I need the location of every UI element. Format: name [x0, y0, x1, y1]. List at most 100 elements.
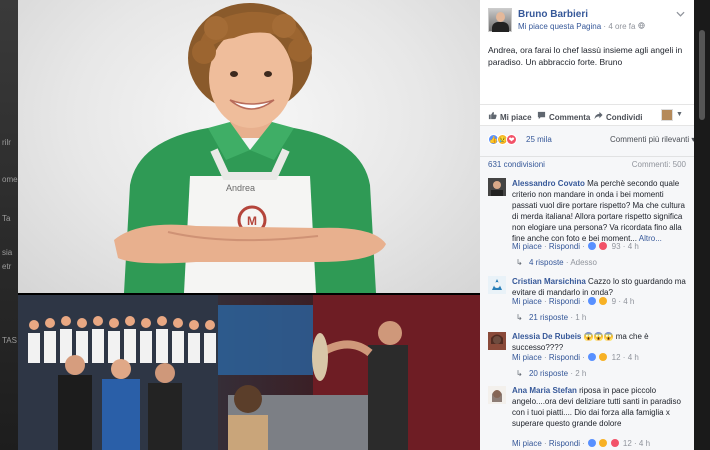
replies-count: 20 risposte [528, 369, 569, 378]
replies-time: 2 h [575, 369, 587, 378]
reply-arrow-icon: ↳ [516, 258, 523, 267]
see-more-link[interactable]: Altro... [639, 234, 662, 243]
post-stats-bar: 631 condivisioni Commenti: 500 [480, 156, 694, 172]
reaction-count[interactable]: 25 mila [526, 135, 552, 144]
speech-bubble-icon [537, 111, 546, 122]
sad-reaction-icon [599, 439, 608, 447]
like-reaction-icon [588, 297, 597, 305]
facebook-post-panel: Bruno Barbieri Mi piace questa Pagina · … [480, 0, 694, 450]
comment-like-link[interactable]: Mi piace [512, 353, 542, 362]
sad-reaction-icon [599, 353, 608, 361]
post-subheader: Mi piace questa Pagina · 4 ore fa [518, 22, 645, 31]
like-reaction-icon [588, 439, 597, 447]
caret-down-icon[interactable]: ▼ [676, 111, 683, 118]
comment-like-link[interactable]: Mi piace [512, 439, 542, 448]
comment-author[interactable]: Alessia De Rubeis [512, 332, 581, 341]
comment-time[interactable]: 4 h [628, 242, 639, 251]
comment-reaction-count[interactable]: 12 [623, 439, 632, 448]
like-reaction-icon [588, 242, 597, 250]
commenter-avatar[interactable] [488, 276, 506, 294]
like-button[interactable]: Mi piace [488, 111, 532, 122]
replies-count: 4 risposte [528, 258, 564, 267]
view-replies-link[interactable]: ↳ 21 risposte · 1 h [516, 313, 586, 322]
comment-text: Alessia De Rubeis 😱😱😱 ma che è successo?… [512, 331, 688, 353]
post-as-avatar[interactable] [661, 109, 673, 121]
replies-count: 21 risposte [528, 313, 569, 322]
page-avatar[interactable] [488, 8, 512, 32]
backdrop-text-fragment: rilr [2, 138, 11, 147]
scrollbar-thumb[interactable] [699, 30, 705, 120]
comments-count: Commenti: 500 [631, 160, 686, 169]
love-reaction-icon [610, 439, 619, 447]
replies-time: Adesso [570, 258, 597, 267]
comment-text: Alessandro Covato Ma perchè secondo qual… [512, 178, 688, 244]
post-header: Bruno Barbieri Mi piace questa Pagina · … [480, 0, 694, 38]
chevron-down-icon[interactable] [676, 9, 685, 19]
backdrop-text-fragment: Ta [2, 214, 11, 223]
comment-reaction-count[interactable]: 9 [612, 297, 616, 306]
comment-time[interactable]: 4 h [639, 439, 650, 448]
comment-actions: Mi piace · Rispondi · 12 · 4 h [512, 353, 639, 362]
comment-actions: Mi piace · Rispondi · 12 · 4 h [512, 439, 651, 448]
commenter-avatar[interactable] [488, 386, 506, 404]
comment-author[interactable]: Cristian Marsichina [512, 277, 586, 286]
comment-like-link[interactable]: Mi piace [512, 297, 542, 306]
reply-arrow-icon: ↳ [516, 313, 523, 322]
globe-icon [637, 22, 645, 31]
comment-button-label: Commenta [549, 113, 591, 122]
comment-time[interactable]: 4 h [628, 353, 639, 362]
photo-portrait-panel: M Andrea [18, 0, 480, 293]
comment-reaction-count[interactable]: 12 [612, 353, 621, 362]
sad-reaction-icon [599, 297, 608, 305]
share-button[interactable]: Condividi [594, 111, 642, 122]
post-action-bar: Mi piace Commenta Condividi ▼ [480, 104, 694, 126]
backdrop-text-fragment: ome [2, 175, 18, 184]
post-photo[interactable]: M Andrea [18, 0, 480, 450]
backdrop-text-fragment: TAS [2, 336, 17, 345]
comment-sort-label: Commenti più rilevanti [610, 135, 690, 144]
view-replies-link[interactable]: ↳ 4 risposte · Adesso [516, 258, 597, 267]
like-page-link[interactable]: Mi piace questa Pagina [518, 22, 601, 31]
comment-time[interactable]: 4 h [623, 297, 634, 306]
post-timestamp[interactable]: 4 ore fa [608, 22, 635, 31]
view-replies-link[interactable]: ↳ 20 risposte · 2 h [516, 369, 586, 378]
reply-arrow-icon: ↳ [516, 369, 523, 378]
backdrop-text-fragment: etr [2, 262, 12, 271]
backdrop-text-fragment: sia [2, 248, 13, 257]
subheader-separator: · [603, 22, 607, 31]
window-scrollbar[interactable] [694, 0, 710, 450]
comment-actions: Mi piace · Rispondi · 9 · 4 h [512, 297, 635, 306]
thumbs-up-icon [488, 111, 497, 122]
comment-author[interactable]: Alessandro Covato [512, 179, 585, 188]
like-reaction-icon [588, 353, 597, 361]
photo-group-panel [18, 295, 480, 450]
comment-actions: Mi piace · Rispondi · 93 · 4 h [512, 242, 639, 251]
shares-count[interactable]: 631 condivisioni [488, 160, 545, 169]
commenter-avatar[interactable] [488, 332, 506, 350]
comment-author[interactable]: Ana Maria Stefan [512, 386, 577, 395]
comment-reply-link[interactable]: Rispondi [549, 439, 580, 448]
boy-portrait-illustration: M [114, 3, 386, 293]
comment-reply-link[interactable]: Rispondi [549, 353, 580, 362]
contestants-group-illustration [18, 295, 480, 450]
comment-text: Ana Maria Stefan riposa in pace piccolo … [512, 385, 688, 429]
share-button-label: Condividi [606, 113, 643, 122]
apron-name-text: Andrea [226, 183, 256, 193]
comment-text: Cristian Marsichina Cazzo lo sto guardan… [512, 276, 688, 298]
comment-like-link[interactable]: Mi piace [512, 242, 542, 251]
love-reaction-icon: ❤ [506, 134, 517, 145]
screenshot-stage: rilr ome Ta sia etr TAS M Andrea Bruno B… [0, 0, 710, 450]
replies-time: 1 h [575, 313, 587, 322]
share-arrow-icon [594, 111, 603, 122]
comment-reply-link[interactable]: Rispondi [549, 297, 580, 306]
commenter-avatar[interactable] [488, 178, 506, 196]
love-reaction-icon [599, 242, 608, 250]
like-button-label: Mi piace [500, 113, 532, 122]
page-name-link[interactable]: Bruno Barbieri [518, 9, 588, 20]
comment-button[interactable]: Commenta [537, 111, 590, 122]
comment-sort-dropdown[interactable]: Commenti più rilevanti ▾ [610, 135, 694, 144]
comment-reaction-count[interactable]: 93 [612, 242, 621, 251]
comment-reply-link[interactable]: Rispondi [549, 242, 580, 251]
post-message: Andrea, ora farai lo chef lassù insieme … [488, 45, 683, 67]
background-page-strip: rilr ome Ta sia etr TAS [0, 0, 18, 450]
